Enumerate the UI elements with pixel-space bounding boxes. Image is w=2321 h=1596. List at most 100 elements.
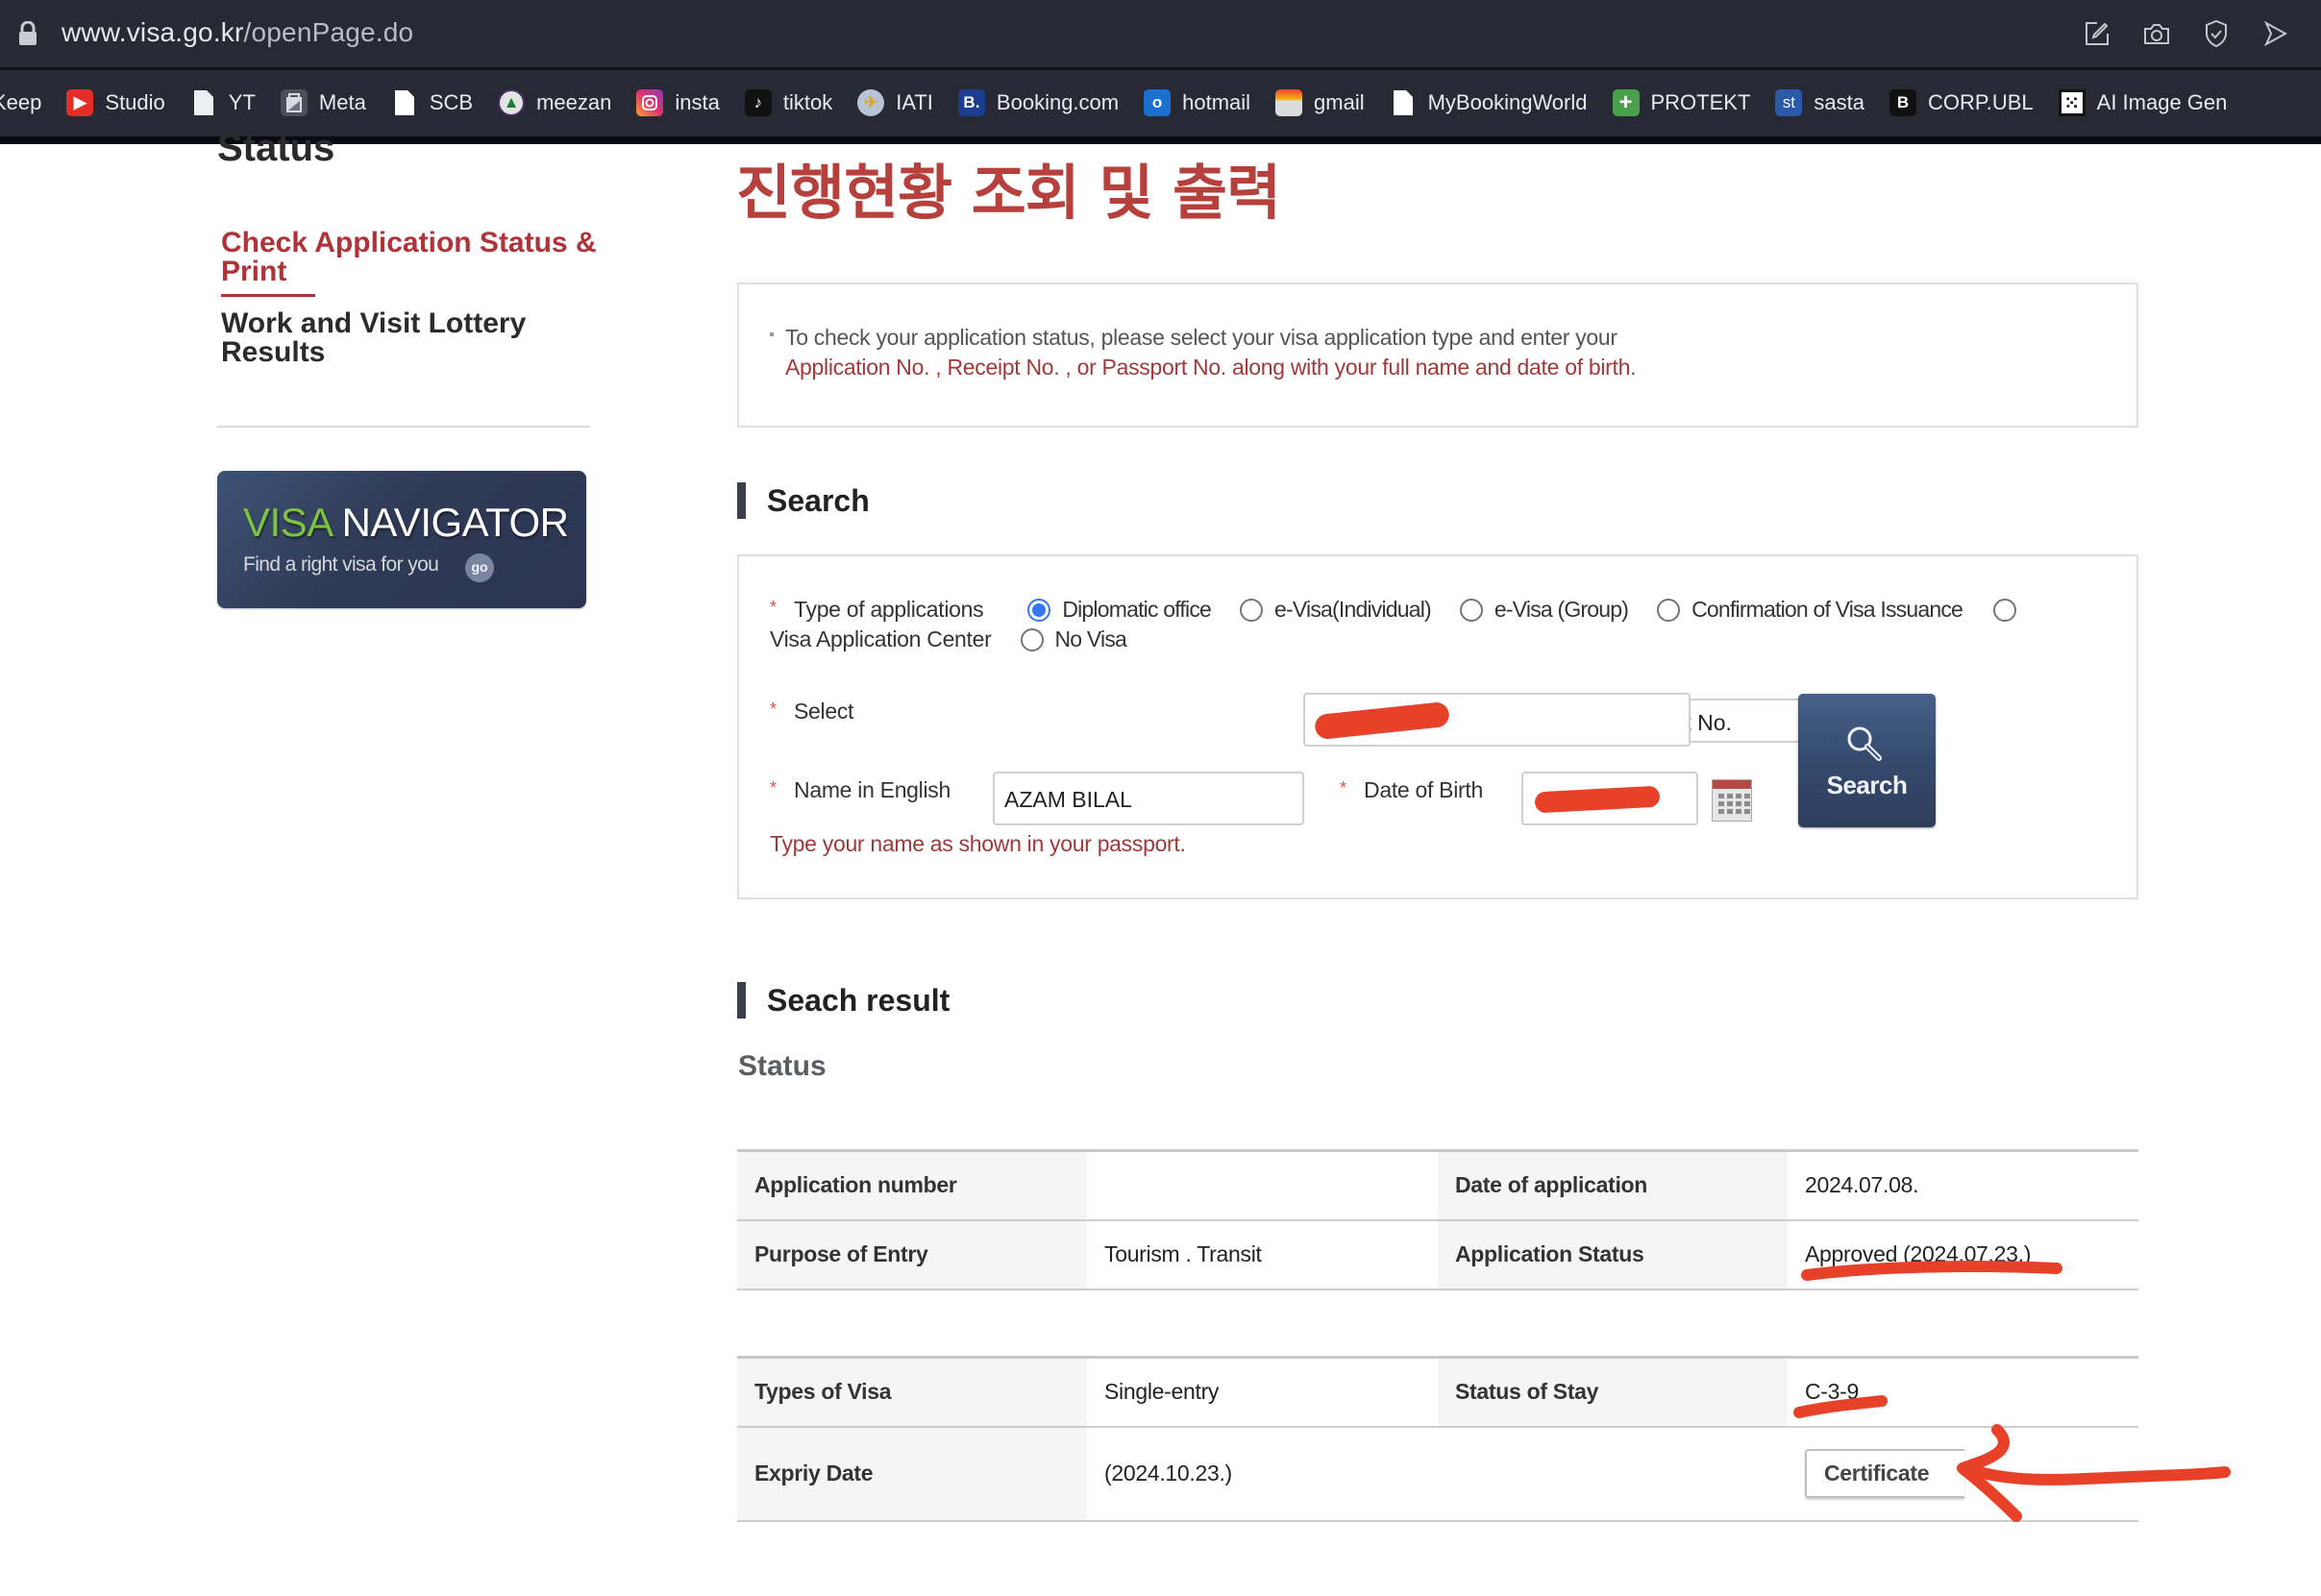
bookmark-yt[interactable]: YT [190,86,256,120]
radio-button[interactable] [1240,598,1264,622]
cell-value: Tourism . Transit [1087,1219,1438,1289]
required-marker: * [770,700,778,719]
cell-value: 2024.07.08. [1788,1150,2138,1220]
certificate-button[interactable]: Certificate [1805,1449,1964,1498]
cell-label: Application Status [1438,1219,1788,1289]
heading-bar [737,482,746,519]
bookmark-studio[interactable]: ▶ Studio [66,86,165,120]
page-top-edge [0,136,2321,144]
url-field[interactable]: www.visa.go.kr/openPage.do [62,17,413,48]
shield-check-icon[interactable] [2200,17,2233,50]
document-icon [1390,89,1417,116]
bookmarks-bar: Keep ▶ Studio YT Meta SCB ▲ meezan insta ♪… [0,70,2321,136]
info-box: To check your application status, please… [737,282,2138,428]
camera-icon[interactable] [2140,17,2173,50]
ubl-icon: B [1889,89,1916,116]
bookmark-label: meezan [536,90,612,114]
info-text: To check your application status, please… [785,325,1617,350]
cell-label: Types of Visa [737,1357,1087,1427]
search-button[interactable]: Search [1798,694,1936,827]
search-form: * Type of applications Diplomatic office… [737,554,2138,899]
bookmark-gmail[interactable]: gmail [1275,86,1365,120]
required-marker: * [770,778,778,798]
bookmark-meta[interactable]: Meta [280,86,366,120]
bookmark-sasta[interactable]: st sasta [1775,86,1864,120]
bookmark-corp-ubl[interactable]: B CORP.UBL [1889,86,2034,120]
browser-address-bar: www.visa.go.kr/openPage.do [0,0,2321,67]
radio-button[interactable] [1027,598,1051,622]
bookmark-tiktok[interactable]: ♪ tiktok [744,86,832,120]
navigator-subtitle: Find a right visa for you [243,553,439,576]
bookmark-iati[interactable]: ✈ IATI [857,86,933,120]
bookmark-meezan[interactable]: ▲ meezan [498,86,611,120]
radio-visa-application-center[interactable] [1993,598,2017,622]
bookmark-protekt[interactable]: + PROTEKT [1612,86,1751,120]
bookmark-hotmail[interactable]: o hotmail [1144,86,1250,120]
cell-label: Application number [737,1150,1087,1220]
sidebar-divider [217,426,590,428]
name-hint: Type your name as shown in your passport… [770,831,1186,856]
date-of-birth-input[interactable] [1521,772,1698,825]
visa-table: Types of Visa Single-entry Status of Sta… [737,1356,2138,1522]
sidebar-item-lottery-results[interactable]: Work and Visit Lottery Results [221,309,605,367]
bookmark-label: AI Image Gen [2096,90,2228,114]
radio-evisa-group[interactable]: e-Visa (Group) [1459,597,1629,623]
edit-pin-icon[interactable] [2081,17,2113,50]
table-row: Types of Visa Single-entry Status of Sta… [737,1357,2138,1427]
radio-button[interactable] [1459,598,1483,622]
passport-number-input[interactable] [1303,693,1691,747]
sidebar-item-check-status[interactable]: Check Application Status & Print [221,229,605,286]
cell-label: Expriy Date [737,1426,1087,1521]
radio-confirmation-visa-issuance[interactable]: Confirmation of Visa Issuance [1657,597,1963,623]
instagram-icon [636,89,664,116]
bookmark-label: sasta [1814,90,1864,114]
bookmark-label: Keep [0,90,42,114]
youtube-studio-icon: ▶ [66,89,94,116]
bookmark-label: Studio [105,90,165,114]
required-marker: * [1340,778,1347,798]
bookmark-scb[interactable]: SCB [391,86,473,120]
bookmark-label: PROTEKT [1650,90,1751,114]
search-section-heading: Search [737,482,870,519]
bookmark-label: MyBookingWorld [1427,90,1588,114]
tiktok-icon: ♪ [744,89,772,116]
bookmark-insta[interactable]: insta [636,86,720,120]
bookmark-label: insta [675,90,720,114]
radio-no-visa[interactable]: No Visa [1020,626,1127,652]
radio-button[interactable] [1657,598,1681,622]
cell-value: (2024.10.23.) [1087,1426,1438,1521]
calendar-icon[interactable] [1712,779,1752,822]
radio-visa-application-center-label[interactable]: Visa Application Center [770,626,992,652]
name-in-english-input[interactable]: AZAM BILAL [993,772,1304,825]
bookmark-label: Booking.com [996,90,1120,114]
bookmark-ai-image-gen[interactable]: ⁙ AI Image Gen [2058,86,2228,120]
navigator-go-button[interactable]: go [465,553,494,582]
bookmark-keep[interactable]: Keep [0,86,41,120]
radio-button[interactable] [1020,627,1044,651]
radio-diplomatic-office[interactable]: Diplomatic office [1027,597,1212,623]
bookmark-label: IATI [896,90,933,114]
cell-value [1087,1150,1438,1220]
cell-value: Single-entry [1087,1357,1438,1427]
bookmark-mybookingworld[interactable]: MyBookingWorld [1390,86,1588,120]
outlook-icon: o [1144,89,1172,116]
required-marker: * [770,598,778,617]
result-section-heading: Seach result [737,982,950,1019]
name-value: AZAM BILAL [1004,787,1132,812]
booking-icon: B. [957,89,985,116]
sidebar-section-title: Status [217,127,335,165]
url-path: /openPage.do [243,17,414,47]
bookmark-booking[interactable]: B. Booking.com [957,86,1120,120]
gmail-icon [1275,89,1303,116]
document-icon [190,89,217,116]
send-icon[interactable] [2259,17,2292,50]
status-table: Application number Date of application 2… [737,1149,2138,1290]
navigator-title: VISA NAVIGATOR [243,500,569,545]
visa-navigator-banner[interactable]: VISA NAVIGATOR Find a right visa for you… [217,471,586,608]
bullet [770,332,774,336]
heading-bar [737,982,746,1019]
iati-icon: ✈ [857,89,885,116]
protekt-icon: + [1612,89,1640,116]
bookmark-label: Meta [318,90,366,114]
radio-evisa-individual[interactable]: e-Visa(Individual) [1240,597,1432,623]
